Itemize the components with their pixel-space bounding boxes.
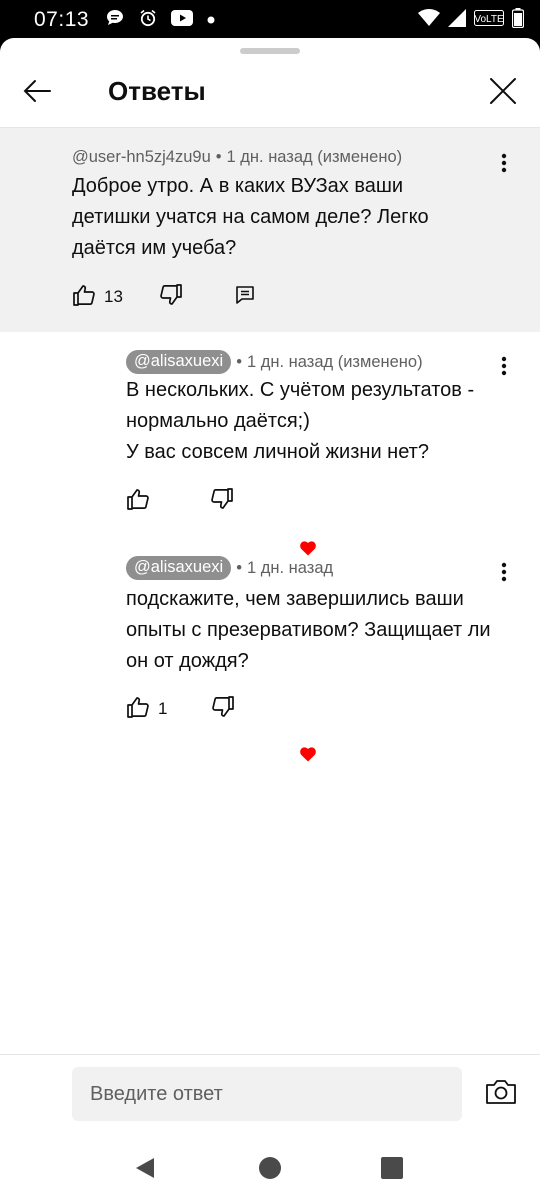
meta-separator: • <box>236 558 242 577</box>
creator-heart-icon <box>300 747 316 767</box>
reply-comment: @alisaxuexi • 1 дн. назад (изменено) В н… <box>0 332 540 556</box>
like-button[interactable] <box>126 486 150 516</box>
volte-label: VoLTE <box>474 14 504 25</box>
system-nav-bar <box>0 1140 540 1200</box>
battery-icon <box>511 7 525 33</box>
parent-comment: @user-hn5zj4zu9u • 1 дн. назад (изменено… <box>0 128 540 332</box>
close-button[interactable] <box>486 76 520 110</box>
comment-meta: @alisaxuexi • 1 дн. назад <box>126 556 333 580</box>
nav-home-button[interactable] <box>252 1152 288 1188</box>
replies-sheet: Ответы @user-hn5zj4zu9u • 1 дн. назад (и… <box>0 38 540 1140</box>
comment-text: В нескольких. С учётом результатов - нор… <box>126 379 475 463</box>
meta-separator: • <box>236 352 242 371</box>
comment-meta: @alisaxuexi • 1 дн. назад (изменено) <box>126 350 423 374</box>
more-vert-icon <box>501 153 507 178</box>
reply-input[interactable] <box>72 1067 462 1121</box>
back-triangle-icon <box>133 1156 157 1185</box>
arrow-left-icon <box>22 79 52 108</box>
camera-icon <box>485 1079 517 1110</box>
drag-handle[interactable] <box>240 48 300 54</box>
youtube-icon <box>171 9 194 31</box>
page-title: Ответы <box>108 76 206 106</box>
like-button[interactable]: 1 <box>126 694 167 724</box>
comment-text: подскажите, чем завершились ваши опыты с… <box>126 588 491 672</box>
signal-icon <box>448 8 466 32</box>
comment-actions <box>126 486 234 516</box>
author-chip[interactable]: @alisaxuexi <box>126 556 232 580</box>
comment-time: 1 дн. назад <box>246 558 334 577</box>
status-bar: 07:13 VoLTE <box>0 0 540 40</box>
header: Ответы <box>0 58 540 128</box>
close-icon <box>489 77 517 110</box>
like-button[interactable]: 13 <box>72 282 123 312</box>
nav-back-button[interactable] <box>127 1152 163 1188</box>
status-time: 07:13 <box>34 8 90 31</box>
meta-separator: • <box>215 148 222 166</box>
comment-text: Доброе утро. А в каких ВУЗах ваши детишк… <box>72 175 429 259</box>
dislike-button[interactable] <box>211 694 235 724</box>
recents-square-icon <box>380 1156 404 1185</box>
comment-time: 1 дн. назад (изменено) <box>246 352 423 371</box>
thumbs-up-icon <box>72 284 96 311</box>
like-count: 13 <box>104 287 123 306</box>
thumbs-down-icon <box>159 283 183 311</box>
like-count: 1 <box>158 699 168 718</box>
thumbs-down-icon <box>211 695 235 723</box>
wifi-icon <box>418 8 440 32</box>
author-chip[interactable]: @alisaxuexi <box>126 350 232 374</box>
thumbs-up-icon <box>126 488 150 515</box>
nav-recents-button[interactable] <box>374 1152 410 1188</box>
volte-icon: VoLTE <box>474 9 504 31</box>
alarm-icon <box>139 9 157 32</box>
chat-bubble-icon <box>105 8 125 33</box>
comment-actions: 1 <box>126 694 235 724</box>
reply-comment-icon <box>235 285 255 310</box>
back-button[interactable] <box>20 76 54 110</box>
reply-button[interactable] <box>235 282 255 312</box>
more-vert-icon <box>501 562 507 587</box>
comment-author[interactable]: @user-hn5zj4zu9u <box>72 148 211 167</box>
reply-bar <box>0 1054 540 1140</box>
camera-button[interactable] <box>484 1077 518 1111</box>
reply-comment: @alisaxuexi • 1 дн. назад подскажите, че… <box>0 540 540 762</box>
comment-time: 1 дн. назад (изменено) <box>226 148 403 166</box>
comment-meta: @user-hn5zj4zu9u • 1 дн. назад (изменено… <box>72 148 402 167</box>
thumbs-up-icon <box>126 696 150 723</box>
comment-actions: 13 <box>72 282 255 312</box>
dislike-button[interactable] <box>210 486 234 516</box>
thumbs-down-icon <box>210 487 234 515</box>
dot-icon <box>207 11 215 29</box>
dislike-button[interactable] <box>159 282 183 312</box>
home-circle-icon <box>258 1156 282 1185</box>
comment-menu-button[interactable] <box>492 152 516 178</box>
